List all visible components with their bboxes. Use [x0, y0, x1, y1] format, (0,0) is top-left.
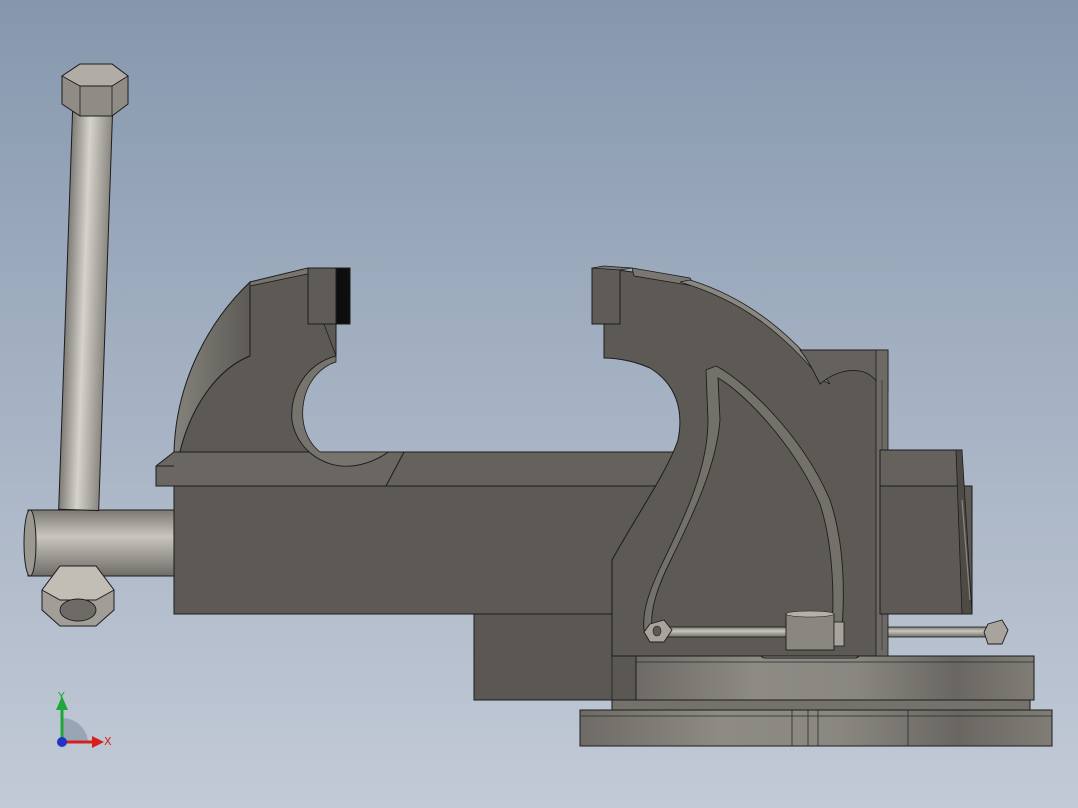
movable-jaw-pad [307, 267, 337, 325]
handle-bottom-nut [41, 565, 115, 627]
lock-nut-right [983, 619, 1009, 645]
handle-top-nut [61, 63, 129, 117]
y-axis-label: Y [57, 690, 65, 703]
cad-viewport[interactable]: Y X [0, 0, 1078, 808]
vise-model[interactable]: Y X [0, 0, 1078, 808]
screw-collar [27, 509, 175, 577]
screw-handle[interactable] [23, 63, 175, 627]
anvil-top [879, 449, 963, 487]
swivel-base[interactable] [579, 647, 1053, 747]
x-axis-arrow [92, 736, 104, 748]
base-plate-upper [611, 699, 1031, 711]
coordinate-triad: Y X [56, 690, 112, 748]
base-plate-lower [579, 709, 1053, 747]
movable-jaw[interactable] [173, 267, 390, 467]
x-axis-label: X [104, 735, 112, 748]
lock-rod-right [887, 626, 993, 638]
movable-jaw-insert [335, 267, 351, 325]
handle-rod [58, 94, 114, 512]
turntable [635, 655, 1035, 701]
z-axis-origin [57, 737, 67, 747]
lock-boss [785, 613, 835, 651]
lock-rod-left [659, 626, 791, 638]
fixed-jaw-pad [591, 267, 621, 325]
rear-anvil[interactable] [879, 449, 973, 615]
